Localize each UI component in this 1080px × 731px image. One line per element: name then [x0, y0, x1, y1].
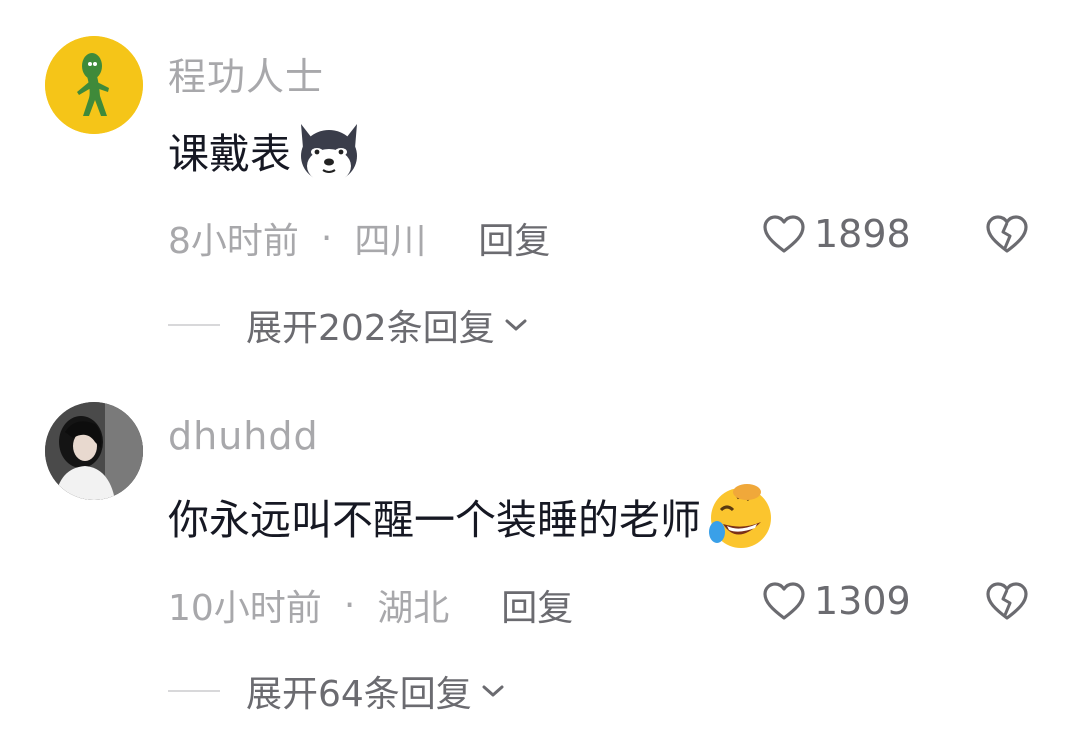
dislike-button[interactable] — [985, 581, 1029, 625]
chevron-down-icon — [482, 685, 504, 697]
expand-replies-label: 展开202条回复 — [246, 308, 495, 349]
timestamp: 10小时前 — [168, 588, 322, 629]
meta-separator: · — [343, 584, 356, 626]
like-button[interactable]: 1309 — [762, 579, 911, 623]
username[interactable]: 程功人士 — [168, 46, 324, 101]
squidward-figure-icon — [45, 36, 143, 134]
avatar[interactable] — [45, 402, 143, 500]
expand-replies-label: 展开64条回复 — [246, 674, 472, 715]
divider-line — [168, 324, 220, 326]
username[interactable]: dhuhdd — [168, 414, 319, 458]
location: 湖北 — [377, 588, 450, 629]
heart-icon — [763, 582, 805, 620]
user-photo-icon — [45, 402, 143, 500]
like-count: 1309 — [814, 579, 911, 623]
rofl-emoji-icon — [703, 480, 775, 552]
expand-replies-button[interactable]: 展开202条回复 — [168, 299, 529, 351]
comment-meta: 8小时前 · 四川 回复 — [168, 212, 550, 264]
comment-text: 你永远叫不醒一个装睡的老师 — [168, 480, 775, 552]
heart-icon — [763, 215, 805, 253]
comment-text-body: 课戴表 — [168, 130, 291, 178]
timestamp: 8小时前 — [168, 221, 299, 262]
comment-text: 课戴表 — [168, 114, 365, 186]
expand-replies-button[interactable]: 展开64条回复 — [168, 665, 506, 717]
reply-button[interactable]: 回复 — [478, 212, 550, 264]
meta-separator: · — [320, 217, 333, 259]
husky-dog-emoji-icon — [293, 114, 365, 186]
broken-heart-icon — [986, 582, 1028, 620]
reply-button[interactable]: 回复 — [501, 579, 573, 631]
divider-line — [168, 690, 220, 692]
chevron-down-icon — [505, 319, 527, 331]
comment-meta: 10小时前 · 湖北 回复 — [168, 579, 573, 631]
broken-heart-icon — [986, 215, 1028, 253]
comment-text-body: 你永远叫不醒一个装睡的老师 — [168, 496, 701, 544]
dislike-button[interactable] — [985, 214, 1029, 258]
like-count: 1898 — [814, 212, 911, 256]
avatar[interactable] — [45, 36, 143, 134]
like-button[interactable]: 1898 — [762, 212, 911, 256]
location: 四川 — [354, 221, 427, 262]
